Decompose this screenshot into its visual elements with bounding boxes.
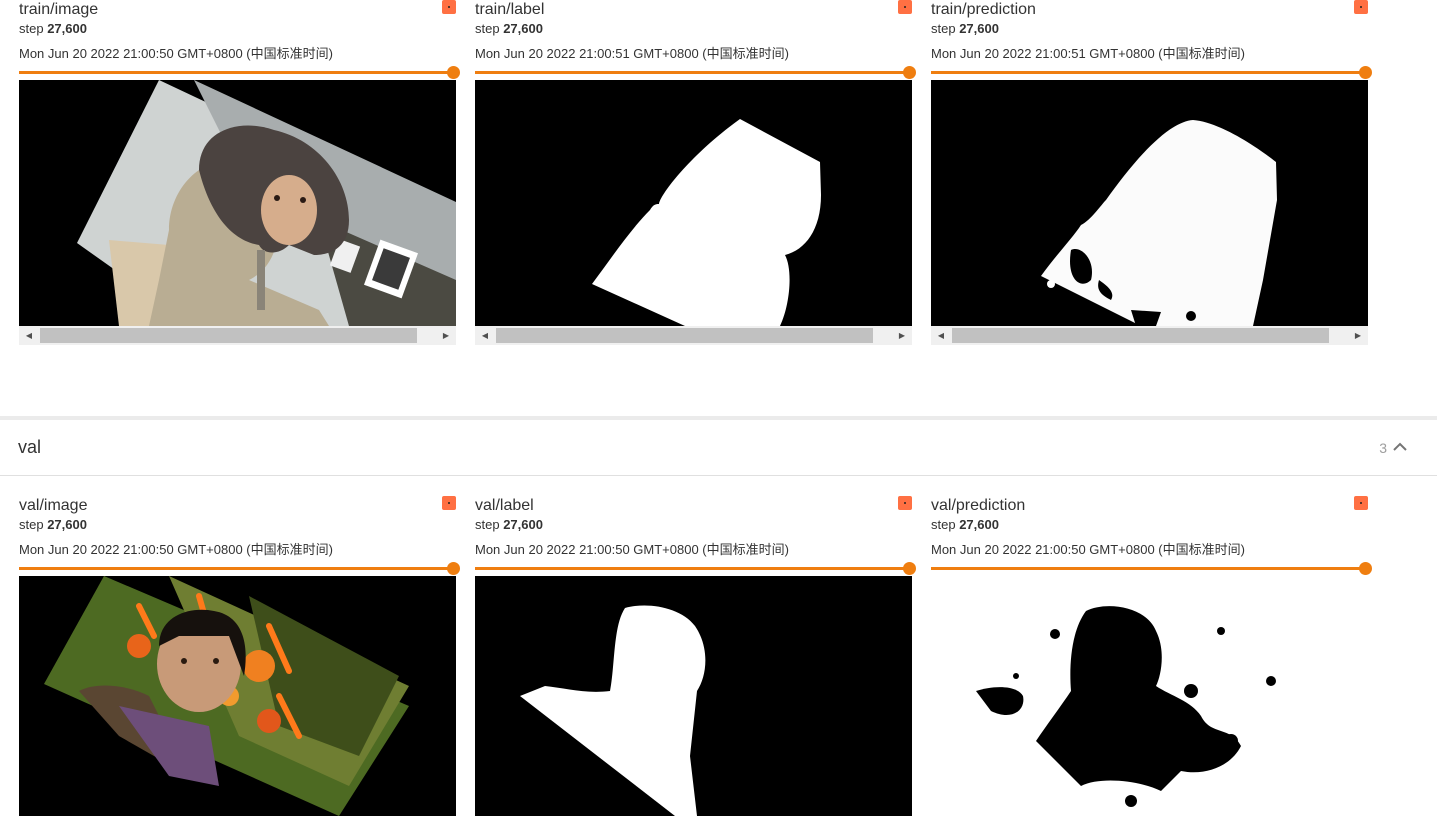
slider-knob[interactable] xyxy=(903,562,916,575)
step-slider[interactable] xyxy=(475,562,916,576)
timestamp: Mon Jun 20 2022 21:00:51 GMT+0800 (中国标准时… xyxy=(475,46,789,61)
horizontal-scrollbar[interactable]: ◀ ▶ xyxy=(931,326,1368,345)
horizontal-scrollbar[interactable]: ◀ ▶ xyxy=(475,326,912,345)
scrollbar-thumb[interactable] xyxy=(496,328,873,343)
step-label: step 27,600 xyxy=(19,517,87,532)
color-badge-icon[interactable] xyxy=(442,0,456,14)
image-train-label xyxy=(475,80,912,326)
timestamp: Mon Jun 20 2022 21:00:50 GMT+0800 (中国标准时… xyxy=(475,542,789,557)
step-label: step 27,600 xyxy=(931,21,999,36)
image-card-val-prediction: val/prediction step 27,600 Mon Jun 20 20… xyxy=(931,496,1372,816)
section-title: val xyxy=(18,437,42,457)
image-card-val-label: val/label step 27,600 Mon Jun 20 2022 21… xyxy=(475,496,916,816)
image-card-train-label: train/label step 27,600 Mon Jun 20 2022 … xyxy=(475,0,916,345)
scrollbar-thumb[interactable] xyxy=(40,328,417,343)
color-badge-icon[interactable] xyxy=(898,0,912,14)
horizontal-scrollbar[interactable]: ◀ ▶ xyxy=(19,326,456,345)
color-badge-icon[interactable] xyxy=(1354,0,1368,14)
section-header-val[interactable]: val 3 xyxy=(0,420,1437,476)
scrollbar-thumb[interactable] xyxy=(952,328,1329,343)
image-card-train-prediction: train/prediction step 27,600 Mon Jun 20 … xyxy=(931,0,1372,345)
step-slider[interactable] xyxy=(931,562,1372,576)
image-train-image xyxy=(19,80,456,326)
card-title: val/image xyxy=(19,497,88,514)
scroll-right-arrow-icon[interactable]: ▶ xyxy=(1348,326,1368,345)
scroll-right-arrow-icon[interactable]: ▶ xyxy=(436,326,456,345)
step-slider[interactable] xyxy=(19,66,460,80)
step-label: step 27,600 xyxy=(475,517,543,532)
slider-knob[interactable] xyxy=(1359,562,1372,575)
scroll-left-arrow-icon[interactable]: ◀ xyxy=(19,326,39,345)
card-title: val/label xyxy=(475,497,534,514)
scroll-left-arrow-icon[interactable]: ◀ xyxy=(931,326,951,345)
card-title: val/prediction xyxy=(931,497,1026,514)
color-badge-icon[interactable] xyxy=(898,496,912,510)
card-title: train/prediction xyxy=(931,1,1036,18)
image-train-prediction xyxy=(931,80,1368,326)
step-slider[interactable] xyxy=(475,66,916,80)
timestamp: Mon Jun 20 2022 21:00:50 GMT+0800 (中国标准时… xyxy=(19,542,333,557)
section-count: 3 xyxy=(1379,440,1387,456)
image-val-label xyxy=(475,576,912,816)
slider-knob[interactable] xyxy=(903,66,916,79)
timestamp: Mon Jun 20 2022 21:00:50 GMT+0800 (中国标准时… xyxy=(19,46,333,61)
chevron-up-icon[interactable] xyxy=(1392,439,1408,455)
image-card-train-image: train/image step 27,600 Mon Jun 20 2022 … xyxy=(19,0,460,345)
step-label: step 27,600 xyxy=(19,21,87,36)
step-slider[interactable] xyxy=(19,562,460,576)
card-title: train/image xyxy=(19,1,99,18)
scroll-right-arrow-icon[interactable]: ▶ xyxy=(892,326,912,345)
image-val-image xyxy=(19,576,456,816)
color-badge-icon[interactable] xyxy=(1354,496,1368,510)
step-label: step 27,600 xyxy=(931,517,999,532)
step-label: step 27,600 xyxy=(475,21,543,36)
slider-knob[interactable] xyxy=(447,66,460,79)
step-slider[interactable] xyxy=(931,66,1372,80)
color-badge-icon[interactable] xyxy=(442,496,456,510)
timestamp: Mon Jun 20 2022 21:00:51 GMT+0800 (中国标准时… xyxy=(931,46,1245,61)
timestamp: Mon Jun 20 2022 21:00:50 GMT+0800 (中国标准时… xyxy=(931,542,1245,557)
slider-knob[interactable] xyxy=(447,562,460,575)
image-val-prediction xyxy=(931,576,1368,816)
card-title: train/label xyxy=(475,1,545,18)
slider-knob[interactable] xyxy=(1359,66,1372,79)
scroll-left-arrow-icon[interactable]: ◀ xyxy=(475,326,495,345)
image-card-val-image: val/image step 27,600 Mon Jun 20 2022 21… xyxy=(19,496,460,816)
